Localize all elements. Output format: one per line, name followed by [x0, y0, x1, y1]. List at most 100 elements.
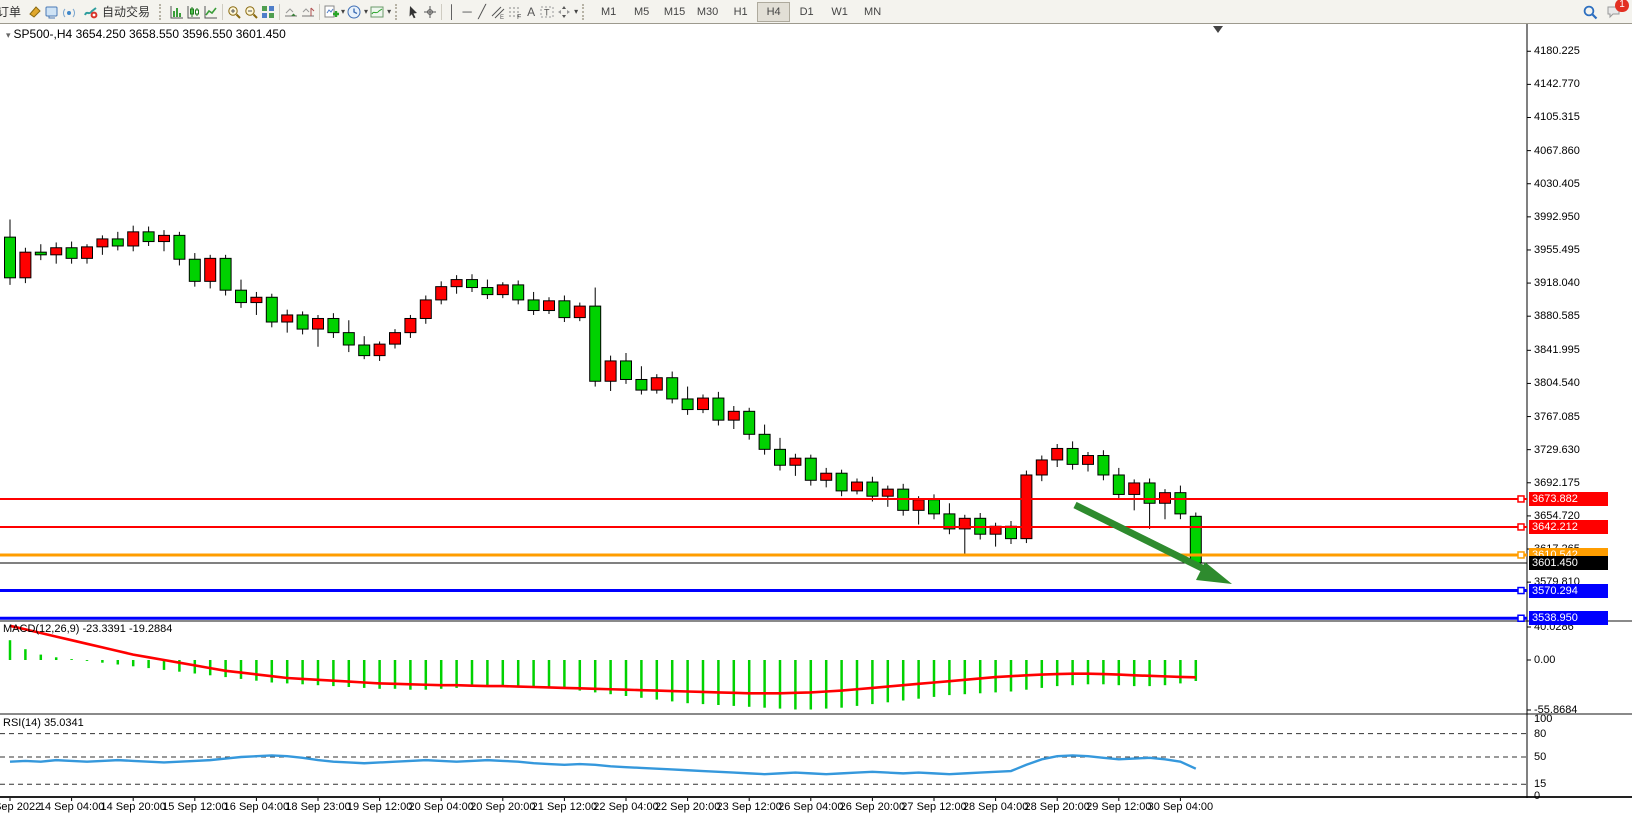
candle-body [82, 247, 93, 258]
timeframe-M5[interactable]: M5 [625, 2, 658, 22]
candle-body [159, 235, 170, 241]
data-window-icon[interactable] [44, 4, 60, 20]
tile-windows-icon[interactable] [260, 4, 276, 20]
search-icon[interactable] [1582, 4, 1598, 20]
candle-body [482, 288, 493, 295]
candle-body [35, 252, 46, 255]
candle-body [605, 361, 616, 381]
market-watch-icon[interactable] [27, 4, 43, 20]
price-tick-label: 3918.040 [1534, 277, 1580, 289]
date-label: 21 Sep 12:00 [532, 801, 597, 813]
timeframe-M15[interactable]: M15 [658, 2, 691, 22]
price-tick-label: 3841.995 [1534, 344, 1580, 356]
toolbar-grip [395, 4, 401, 20]
text-icon[interactable]: A [524, 5, 538, 19]
chart-background[interactable] [0, 24, 1632, 817]
svg-text:T: T [544, 7, 550, 17]
price-label-3673.882: 3673.882 [1529, 492, 1608, 506]
svg-text:F: F [517, 14, 521, 20]
hline-handle[interactable] [1518, 496, 1524, 502]
svg-text:E: E [500, 15, 504, 20]
price-label-3601.450: 3601.450 [1529, 556, 1608, 570]
candle-body [359, 345, 370, 356]
zoom-out-icon[interactable] [243, 4, 259, 20]
arrows-caret[interactable]: ▾ [574, 7, 578, 16]
periods-icon[interactable] [346, 4, 362, 20]
candle-body [143, 232, 154, 242]
equidistant-channel-icon[interactable]: E [490, 4, 506, 20]
templates-icon[interactable] [369, 4, 385, 20]
candle-body [559, 301, 570, 318]
fibonacci-icon[interactable]: F [507, 4, 523, 20]
hline-handle[interactable] [1518, 615, 1524, 621]
notifications-icon[interactable]: 1 [1606, 4, 1622, 20]
rsi-tick-label: 0 [1534, 790, 1540, 802]
candle-body [220, 258, 231, 290]
chart-title-twisty[interactable]: ▾ [6, 30, 11, 40]
autotrading-icon [83, 4, 99, 20]
new-chart-icon[interactable] [323, 4, 339, 20]
bar-chart-icon[interactable] [169, 4, 185, 20]
timeframe-H1[interactable]: H1 [724, 2, 757, 22]
arrows-icon[interactable] [556, 4, 572, 20]
timeframe-MN[interactable]: MN [856, 2, 889, 22]
chart-canvas[interactable] [0, 0, 1632, 817]
candlestick-chart-icon[interactable] [186, 4, 202, 20]
candle-body [313, 318, 324, 329]
autotrading-button[interactable]: 自动交易 [78, 1, 155, 23]
timeframe-H4[interactable]: H4 [757, 2, 790, 22]
timeframe-W1[interactable]: W1 [823, 2, 856, 22]
signals-icon[interactable] [61, 4, 77, 20]
timeframe-M1[interactable]: M1 [592, 2, 625, 22]
hline-handle[interactable] [1518, 588, 1524, 594]
toolbar-separator [279, 4, 280, 20]
trendline-icon[interactable]: ╱ [475, 4, 489, 20]
date-label: 19 Sep 12:00 [347, 801, 412, 813]
date-label: 14 Sep 04:00 [39, 801, 104, 813]
timeframe-M30[interactable]: M30 [691, 2, 724, 22]
toolbar-separator [319, 4, 320, 20]
auto-scroll-icon[interactable] [283, 4, 299, 20]
timeframe-D1[interactable]: D1 [790, 2, 823, 22]
line-chart-icon[interactable] [203, 4, 219, 20]
candle-body [1083, 456, 1094, 465]
crosshair-icon[interactable] [422, 4, 438, 20]
macd-tick-label: 0.00 [1534, 654, 1555, 666]
date-label: 26 Sep 04:00 [778, 801, 843, 813]
price-tick-label: 4105.315 [1534, 111, 1580, 123]
candle-body [1052, 448, 1063, 459]
candle-body [374, 344, 385, 355]
text-label-icon[interactable]: T [539, 4, 555, 20]
candle-body [1021, 475, 1032, 539]
date-label: 22 Sep 20:00 [655, 801, 720, 813]
rsi-tick-label: 50 [1534, 751, 1546, 763]
price-label-3538.950: 3538.950 [1529, 611, 1608, 625]
periods-caret[interactable]: ▾ [364, 7, 368, 16]
candle-body [5, 237, 16, 278]
candle-body [1129, 483, 1140, 494]
candle-body [621, 361, 632, 380]
candle-body [651, 378, 662, 390]
new-chart-caret[interactable]: ▾ [341, 7, 345, 16]
vertical-line-icon[interactable]: │ [445, 4, 459, 19]
candle-body [205, 258, 216, 281]
horizontal-line-icon[interactable]: ─ [460, 4, 474, 19]
chart-shift-icon[interactable] [300, 4, 316, 20]
zoom-in-icon[interactable] [226, 4, 242, 20]
new-order-button[interactable]: 订单 [0, 1, 26, 23]
cursor-icon[interactable] [405, 4, 421, 20]
toolbar: 订单 自动交易 [0, 0, 1632, 24]
mt4-window: 订单 自动交易 [0, 0, 1632, 817]
rsi-indicator-label: RSI(14) 35.0341 [3, 717, 84, 729]
new-order-label: 订单 [0, 3, 21, 20]
templates-caret[interactable]: ▾ [387, 7, 391, 16]
candle-body [189, 259, 200, 281]
toolbar-grip [582, 4, 588, 20]
timeframe-toolbar: M1M5M15M30H1H4D1W1MN [592, 2, 889, 22]
candle-body [251, 297, 262, 302]
hline-handle[interactable] [1518, 524, 1524, 530]
candle-body [20, 252, 31, 278]
candle-body [867, 482, 878, 496]
candle-body [728, 411, 739, 420]
hline-handle[interactable] [1518, 552, 1524, 558]
